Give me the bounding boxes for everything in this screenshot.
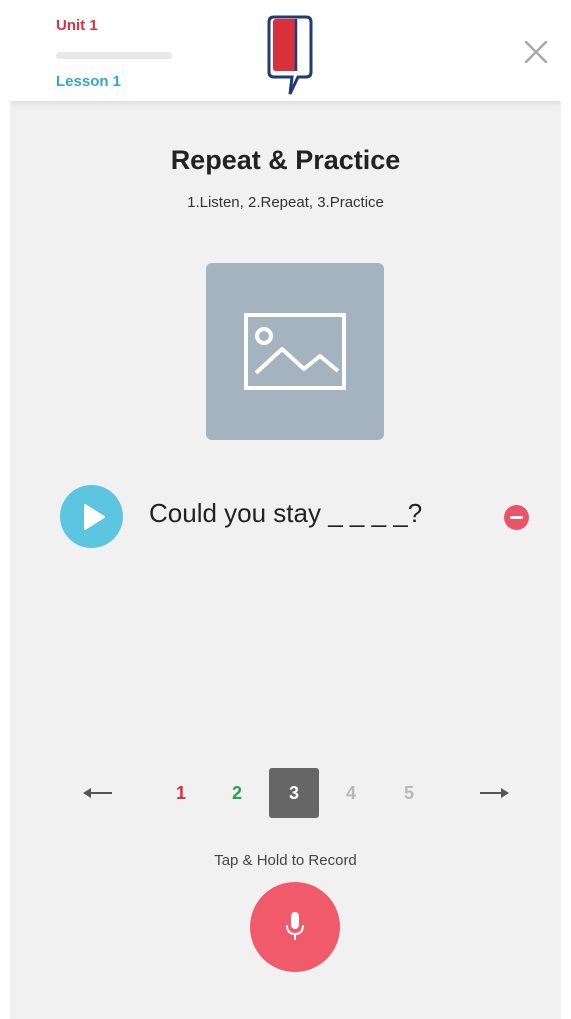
lesson-label: Lesson 1 (56, 73, 122, 90)
page-number-label: 4 (345, 783, 356, 803)
play-icon (84, 504, 105, 530)
prompt-sentence: Could you stay _ _ _ _? (149, 498, 423, 528)
record-hint: Tap & Hold to Record (214, 852, 357, 869)
unit-label: Unit 1 (56, 17, 98, 34)
page-number-1[interactable]: 1 (156, 768, 206, 818)
close-icon[interactable] (522, 38, 550, 66)
prompt-image (206, 263, 384, 440)
page-number-3-current[interactable]: 3 (269, 768, 319, 818)
remove-icon (510, 516, 523, 519)
activity-instructions: 1.Listen, 2.Repeat, 3.Practice (187, 194, 384, 211)
arrow-right-icon[interactable] (477, 784, 513, 802)
header-bar: Unit 1 Lesson 1 (10, 0, 561, 101)
remove-button[interactable] (504, 505, 529, 530)
activity-title: Repeat & Practice (170, 145, 401, 175)
speech-bubble-logo-icon (267, 15, 313, 95)
page-number-5[interactable]: 5 (384, 768, 434, 818)
page-number-label: 3 (288, 783, 299, 803)
page-number-label: 1 (175, 783, 186, 803)
microphone-icon (286, 912, 304, 940)
page-number-label: 5 (403, 783, 414, 803)
page-number-4[interactable]: 4 (326, 768, 376, 818)
arrow-left-icon[interactable] (79, 784, 115, 802)
play-audio-button[interactable] (60, 485, 123, 548)
page-number-label: 2 (231, 783, 242, 803)
image-placeholder-icon (244, 313, 346, 390)
record-button[interactable] (250, 882, 340, 972)
lesson-progress-bar (56, 52, 172, 59)
page-number-2[interactable]: 2 (212, 768, 262, 818)
